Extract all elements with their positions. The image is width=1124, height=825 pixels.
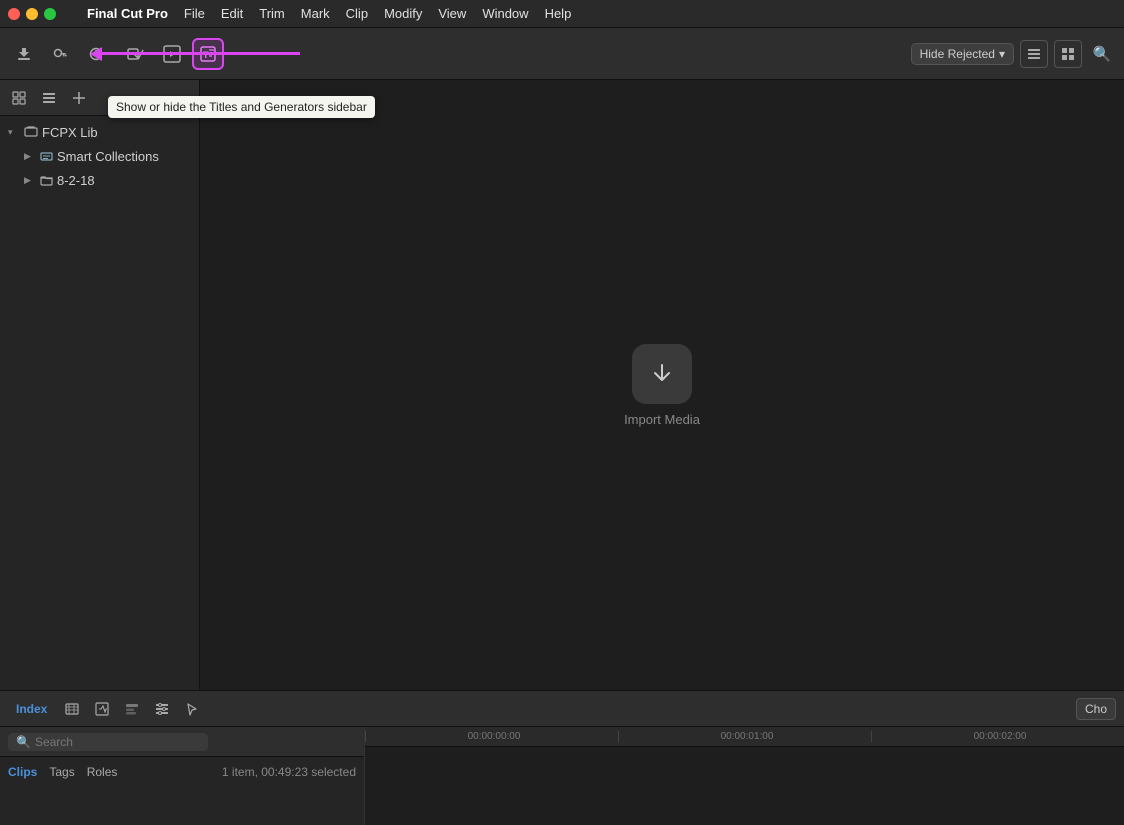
library-label: FCPX Lib — [42, 125, 98, 140]
hide-rejected-button[interactable]: Hide Rejected ▾ — [911, 43, 1014, 65]
hide-rejected-chevron-icon: ▾ — [999, 47, 1005, 61]
close-button[interactable] — [8, 8, 20, 20]
timeline-search-bar: 🔍 — [0, 727, 364, 757]
search-field: 🔍 — [8, 733, 208, 751]
sidebar-tree: ▾ FCPX Lib ▶ Smart Collections ▶ — [0, 116, 199, 690]
ruler-mark-0: 00:00:00:00 — [365, 731, 618, 742]
view-list-button[interactable] — [1020, 40, 1048, 68]
hide-rejected-label: Hide Rejected — [920, 47, 995, 61]
key-button[interactable] — [44, 38, 76, 70]
timeline-clips-view-btn[interactable] — [59, 696, 85, 722]
timeline-section: Index — [0, 690, 1124, 825]
sidebar-btn-1[interactable] — [6, 85, 32, 111]
menu-edit[interactable]: Edit — [214, 4, 250, 23]
menu-trim[interactable]: Trim — [252, 4, 292, 23]
toolbar: T Hide Rejected ▾ 🔍 — [0, 28, 1124, 80]
timeline-roles-btn[interactable] — [119, 696, 145, 722]
date-item-label: 8-2-18 — [57, 173, 95, 188]
clips-tags-roles-row: Clips Tags Roles 1 item, 00:49:23 select… — [0, 757, 364, 787]
search-icon: 🔍 — [16, 735, 31, 749]
date-item-chevron-icon: ▶ — [24, 175, 36, 186]
folder-icon — [40, 174, 53, 187]
import-media-icon[interactable] — [632, 344, 692, 404]
menu-window[interactable]: Window — [475, 4, 535, 23]
titlebar: Final Cut Pro File Edit Trim Mark Clip M… — [0, 0, 1124, 28]
menu-modify[interactable]: Modify — [377, 4, 429, 23]
smart-collections-chevron-icon: ▶ — [24, 151, 36, 162]
browser-area: Import Media — [200, 80, 1124, 690]
view-grid-button[interactable] — [1054, 40, 1082, 68]
menu-mark[interactable]: Mark — [294, 4, 337, 23]
index-tab[interactable]: Index — [8, 699, 55, 719]
timeline-ruler: 00:00:00:00 00:00:01:00 00:00:02:00 — [365, 727, 1124, 747]
minimize-button[interactable] — [26, 8, 38, 20]
library-item[interactable]: ▾ FCPX Lib — [0, 120, 199, 144]
sidebar: ▾ FCPX Lib ▶ Smart Collections ▶ — [0, 80, 200, 690]
menu-file[interactable]: File — [177, 4, 212, 23]
apple-menu[interactable] — [64, 12, 78, 16]
timeline-toolbar: Index — [0, 691, 1124, 727]
smart-collections-item[interactable]: ▶ Smart Collections — [16, 144, 199, 168]
smart-collections-label: Smart Collections — [57, 149, 159, 164]
menu-view[interactable]: View — [431, 4, 473, 23]
roles-tab[interactable]: Roles — [87, 765, 118, 779]
search-button[interactable]: 🔍 — [1088, 40, 1116, 68]
sidebar-btn-2[interactable] — [36, 85, 62, 111]
import-media-label: Import Media — [624, 412, 700, 427]
timeline-index-panel: 🔍 Clips Tags Roles 1 item, 00:49:23 sele… — [0, 727, 365, 825]
ruler-mark-1: 00:00:01:00 — [618, 731, 871, 742]
traffic-lights — [8, 8, 56, 20]
timeline-right: Cho — [1076, 698, 1116, 720]
library-chevron-icon: ▾ — [8, 127, 20, 138]
timeline-tracks: 00:00:00:00 00:00:01:00 00:00:02:00 — [365, 727, 1124, 825]
timeline-audio-btn[interactable] — [89, 696, 115, 722]
tags-tab[interactable]: Tags — [49, 765, 74, 779]
timeline-body: 🔍 Clips Tags Roles 1 item, 00:49:23 sele… — [0, 727, 1124, 825]
selected-info: 1 item, 00:49:23 selected — [222, 765, 356, 779]
library-icon — [24, 125, 38, 139]
menu-help[interactable]: Help — [538, 4, 579, 23]
cursor-btn[interactable] — [179, 696, 205, 722]
main-content: ▾ FCPX Lib ▶ Smart Collections ▶ — [0, 80, 1124, 690]
toolbar-right: Hide Rejected ▾ 🔍 — [911, 40, 1116, 68]
date-item[interactable]: ▶ 8-2-18 — [16, 168, 199, 192]
choose-button[interactable]: Cho — [1076, 698, 1116, 720]
menu-final-cut-pro[interactable]: Final Cut Pro — [80, 4, 175, 23]
clips-tab[interactable]: Clips — [8, 765, 37, 779]
tooltip: Show or hide the Titles and Generators s… — [108, 96, 375, 118]
timeline-settings-btn[interactable] — [149, 696, 175, 722]
menu-bar: Final Cut Pro File Edit Trim Mark Clip M… — [64, 4, 578, 23]
toolbar-arrow — [90, 47, 300, 61]
search-input[interactable] — [35, 735, 175, 749]
menu-clip[interactable]: Clip — [339, 4, 375, 23]
smart-collections-icon — [40, 150, 53, 163]
maximize-button[interactable] — [44, 8, 56, 20]
ruler-mark-2: 00:00:02:00 — [871, 731, 1124, 742]
download-button[interactable] — [8, 38, 40, 70]
sidebar-btn-3[interactable] — [66, 85, 92, 111]
